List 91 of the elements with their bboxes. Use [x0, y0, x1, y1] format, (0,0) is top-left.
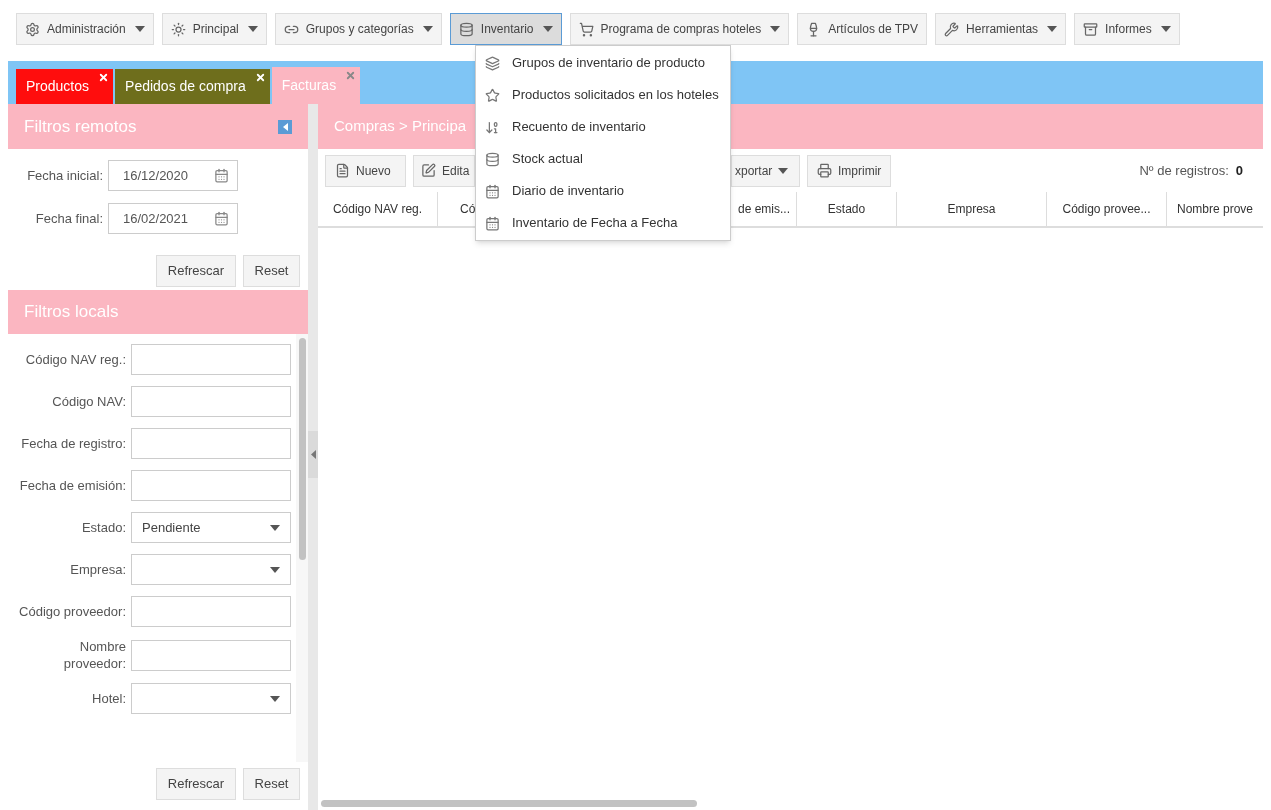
- menu-button[interactable]: Informes: [1074, 13, 1180, 45]
- caret-icon: [778, 167, 789, 174]
- calendar-icon: [214, 168, 229, 183]
- column-header[interactable]: Código NAV reg.: [332, 200, 423, 218]
- archive-icon: [1083, 21, 1099, 37]
- field-label: Nombre proveedor:: [62, 638, 126, 672]
- gear-icon: [25, 21, 40, 37]
- collapse-arrow-icon[interactable]: [310, 450, 316, 459]
- caret-icon: [542, 26, 553, 32]
- caret-left-icon: [282, 122, 288, 131]
- input-field[interactable]: [131, 428, 291, 459]
- close-icon[interactable]: [254, 72, 266, 83]
- column-header[interactable]: Código provee...: [1062, 200, 1151, 218]
- menu-button[interactable]: Herramientas: [935, 13, 1067, 45]
- menu-item[interactable]: Recuento de inventario: [476, 111, 730, 143]
- date-field[interactable]: 16/02/2021: [108, 203, 238, 234]
- panel-header: Filtros remotos: [8, 104, 308, 149]
- select-field[interactable]: Pendiente: [131, 512, 291, 543]
- menu-button[interactable]: Principal: [161, 13, 267, 45]
- wrench-icon: [944, 21, 960, 37]
- column-header[interactable]: Có: [460, 200, 476, 218]
- field-label: Código NAV reg.:: [24, 351, 126, 368]
- column-header[interactable]: Nombre prove: [1177, 200, 1254, 218]
- toolbar-button[interactable]: xportar: [731, 154, 800, 187]
- scrollbar-thumb[interactable]: [298, 338, 306, 560]
- menu-button[interactable]: Administración: [16, 13, 154, 45]
- input-field[interactable]: [131, 596, 291, 627]
- scrollbar-thumb[interactable]: [321, 799, 697, 807]
- close-icon[interactable]: [98, 72, 110, 83]
- tab[interactable]: Productos: [16, 69, 114, 104]
- menu-button[interactable]: Grupos y categorías: [274, 13, 442, 45]
- cart-icon: [578, 21, 594, 37]
- select-value: Pendiente: [142, 518, 201, 537]
- caret-icon: [1160, 26, 1171, 32]
- field-label: Código proveedor:: [18, 603, 126, 620]
- calendar-icon: [485, 215, 500, 231]
- tab[interactable]: Pedidos de compra: [115, 69, 270, 104]
- panel-header: Filtros locals: [8, 290, 308, 334]
- caret-icon: [422, 26, 433, 32]
- input-field[interactable]: [131, 470, 291, 501]
- caret-icon: [770, 26, 781, 32]
- column-header[interactable]: de emis...: [737, 200, 790, 218]
- document-icon: [335, 163, 350, 178]
- field-label: Fecha inicial:: [26, 166, 103, 185]
- reset-button[interactable]: Reset: [243, 768, 300, 800]
- field-label: Hotel:: [91, 690, 126, 707]
- column-header[interactable]: Empresa: [947, 200, 996, 218]
- collapse-button[interactable]: [278, 119, 292, 134]
- column-header[interactable]: Estado: [827, 200, 866, 218]
- field-label: Fecha de emisión:: [18, 477, 126, 494]
- menu-item[interactable]: Grupos de inventario de producto: [476, 47, 730, 79]
- database-icon: [458, 21, 474, 37]
- menu-item[interactable]: Inventario de Fecha a Fecha: [476, 207, 730, 239]
- layers-icon: [485, 55, 500, 71]
- field-label: Empresa:: [69, 561, 126, 578]
- database-icon: [485, 151, 500, 167]
- select-field[interactable]: [131, 683, 291, 714]
- record-count-label: Nº de registros:: [1139, 161, 1229, 180]
- field-label: Fecha de registro:: [20, 435, 126, 452]
- toolbar-button[interactable]: Imprimir: [807, 154, 892, 187]
- toolbar-button[interactable]: Nuevo: [325, 154, 406, 187]
- field-label: Código NAV:: [51, 393, 126, 410]
- printer-icon: [817, 163, 832, 178]
- sun-icon: [170, 21, 186, 37]
- input-field[interactable]: [131, 639, 291, 671]
- date-field[interactable]: 16/12/2020: [108, 160, 238, 191]
- input-field[interactable]: [131, 386, 291, 417]
- caret-icon: [247, 26, 258, 32]
- field-label: Estado:: [80, 519, 126, 536]
- menu-item[interactable]: Diario de inventario: [476, 175, 730, 207]
- caret-icon: [134, 26, 145, 32]
- field-label: Fecha final:: [34, 209, 103, 228]
- edit-icon: [421, 163, 436, 178]
- select-field[interactable]: [131, 554, 291, 585]
- caret-icon: [270, 566, 280, 573]
- caret-icon: [1047, 26, 1058, 32]
- reset-button[interactable]: Reset: [243, 255, 300, 287]
- sort-icon: [485, 119, 500, 135]
- refresh-button[interactable]: Refrescar: [156, 255, 236, 287]
- menu-button[interactable]: Inventario: [449, 13, 562, 45]
- toolbar-button[interactable]: Edita: [413, 154, 475, 187]
- caret-icon: [270, 695, 280, 702]
- record-count: 0: [1235, 161, 1243, 180]
- input-field[interactable]: [131, 344, 291, 375]
- menu-button[interactable]: Artículos de TPV: [797, 13, 928, 45]
- refresh-button[interactable]: Refrescar: [156, 768, 236, 800]
- calendar-icon: [485, 183, 500, 199]
- caret-icon: [270, 524, 280, 531]
- menu-button[interactable]: Programa de compras hoteles: [569, 13, 790, 45]
- calendar-icon: [214, 211, 229, 226]
- star-icon: [485, 87, 500, 103]
